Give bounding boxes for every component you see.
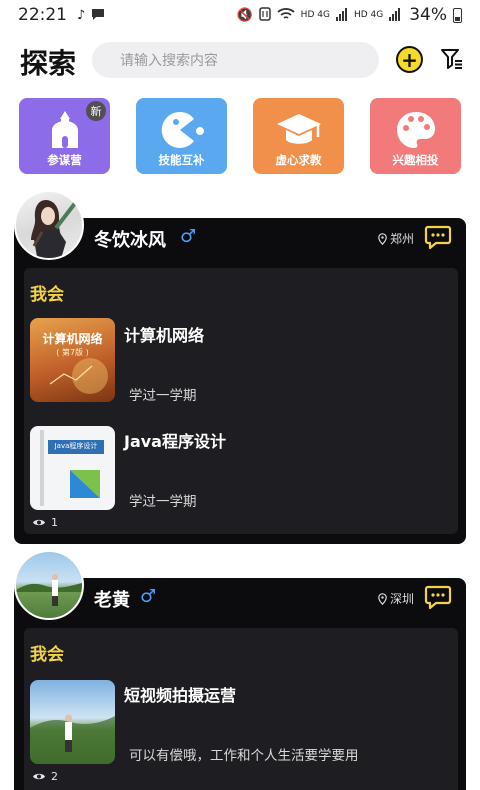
category-label: 兴趣相投 — [392, 153, 439, 167]
skill-desc: 学过一学期 — [129, 388, 197, 404]
category-canmouying[interactable]: 新 参谋营 — [19, 98, 110, 174]
category-row: 新 参谋营 技能互补 虚心求教 兴趣相投 — [0, 98, 480, 176]
palette-icon — [396, 112, 435, 148]
user-card[interactable]: 老黄 ♂ 深圳 我会 短视频拍摄运营 可以有偿哦，工作和个人生活要学要用 2 — [14, 578, 466, 790]
signal-1-icon — [335, 7, 348, 24]
new-badge: 新 — [86, 101, 106, 121]
wifi-icon — [277, 7, 295, 24]
category-xingquxiangtou[interactable]: 兴趣相投 — [370, 98, 461, 174]
gender-male-icon: ♂ — [140, 586, 157, 607]
location: 深圳 — [378, 590, 414, 607]
status-bar: 22:21 ♪ 🔇 HD 4G HD 4G 34% — [0, 0, 480, 30]
skills-panel: 我会 短视频拍摄运营 可以有偿哦，工作和个人生活要学要用 2 — [24, 628, 458, 790]
location: 郑州 — [378, 230, 414, 247]
pacman-icon — [161, 111, 204, 148]
avatar[interactable] — [14, 190, 84, 260]
status-time: 22:21 — [18, 5, 67, 25]
avatar[interactable] — [14, 550, 84, 620]
skill-desc: 可以有偿哦，工作和个人生活要学要用 — [129, 748, 359, 764]
mute-icon: 🔇 — [236, 7, 253, 23]
section-label: 我会 — [30, 645, 64, 665]
eye-icon — [33, 773, 45, 780]
view-count-value: 2 — [51, 770, 58, 783]
gender-male-icon: ♂ — [180, 226, 197, 247]
skill-title: 短视频拍摄运营 — [124, 686, 237, 705]
chat-icon[interactable] — [424, 224, 452, 250]
plus-icon: + — [401, 47, 418, 72]
skill-cover-image[interactable]: 计算机网络 ( 第7版 ) — [30, 318, 115, 402]
filter-icon — [441, 49, 462, 69]
search-placeholder: 请输入搜索内容 — [120, 53, 218, 69]
filter-button[interactable] — [440, 47, 464, 71]
location-pin-icon — [378, 232, 387, 245]
location-label: 深圳 — [389, 592, 414, 606]
view-count: 1 — [32, 516, 58, 529]
category-label: 技能互补 — [158, 153, 205, 167]
category-xuxinqiujiao[interactable]: 虚心求教 — [253, 98, 344, 174]
skill-title: Java程序设计 — [124, 432, 226, 451]
eye-icon — [33, 519, 45, 526]
view-count-value: 1 — [51, 516, 58, 529]
skills-panel: 我会 计算机网络 ( 第7版 ) 计算机网络 学过一学期 Java程序设计 Ja… — [24, 268, 458, 534]
signal-1-label: HD 4G — [300, 10, 330, 20]
grad-cap-icon — [276, 114, 321, 144]
cover-art — [49, 358, 108, 394]
category-label: 参谋营 — [47, 153, 82, 167]
view-count: 2 — [32, 770, 58, 783]
skill-cover-image[interactable]: Java程序设计 — [30, 426, 115, 510]
category-jinenghubu[interactable]: 技能互补 — [136, 98, 227, 174]
tiktok-icon: ♪ — [77, 7, 86, 23]
cover-art — [70, 470, 100, 498]
building-icon — [51, 111, 78, 148]
category-label: 虚心求教 — [275, 153, 322, 167]
chat-icon[interactable] — [424, 584, 452, 610]
skill-title: 计算机网络 — [124, 326, 205, 345]
signal-2-label: HD 4G — [353, 10, 384, 20]
message-icon — [91, 6, 105, 25]
page-title: 探索 — [20, 47, 77, 80]
location-pin-icon — [378, 592, 387, 605]
battery-percent: 34% — [409, 5, 447, 25]
user-name: 老黄 — [94, 590, 130, 611]
section-label: 我会 — [30, 285, 64, 305]
search-input[interactable]: 请输入搜索内容 — [92, 42, 379, 78]
add-button[interactable]: + — [396, 46, 423, 73]
user-name: 冬饮冰风 — [94, 230, 166, 251]
signal-2-icon — [389, 7, 401, 24]
user-card[interactable]: 冬饮冰风 ♂ 郑州 我会 计算机网络 ( 第7版 ) 计算机网络 学过一学期 J… — [14, 218, 466, 544]
cover-art — [30, 714, 115, 764]
header: 探索 请输入搜索内容 + — [0, 40, 480, 82]
skill-cover-image[interactable] — [30, 680, 115, 764]
nfc-icon — [258, 6, 271, 24]
location-label: 郑州 — [389, 232, 414, 246]
battery-icon — [453, 7, 462, 23]
skill-desc: 学过一学期 — [129, 494, 197, 510]
